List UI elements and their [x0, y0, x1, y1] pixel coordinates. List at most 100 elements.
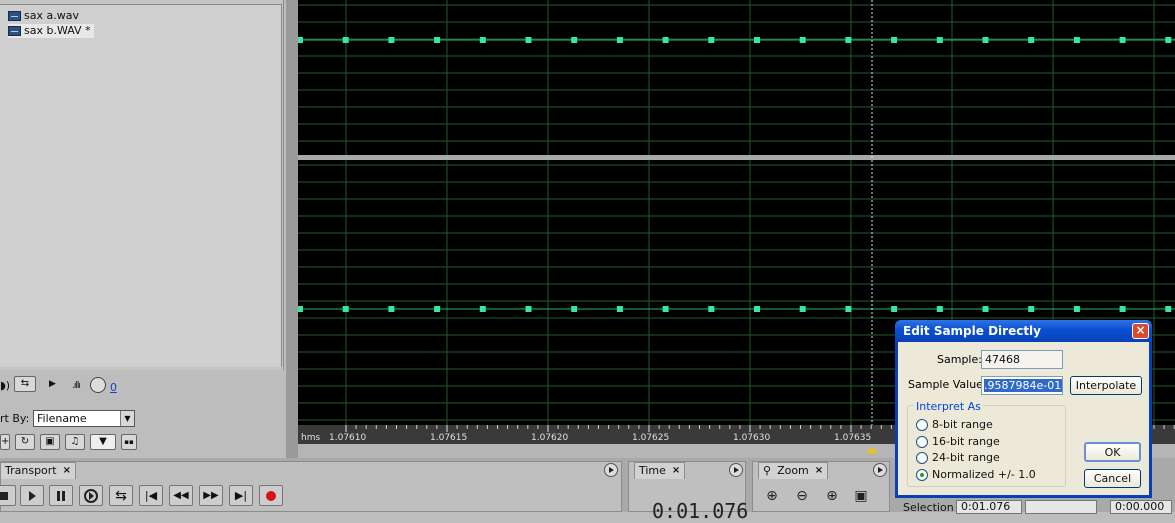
panel-menu-icon[interactable] — [729, 463, 743, 477]
sample-point — [1165, 37, 1172, 43]
file-name: sax a.wav — [24, 9, 79, 22]
refresh-icon[interactable]: ↻ — [15, 434, 35, 450]
go-to-start-button[interactable]: |◀ — [139, 485, 163, 506]
dialog-title-bar[interactable]: Edit Sample Directly × — [895, 320, 1152, 342]
zoom-in-horizontal-icon[interactable]: ⊕ — [762, 487, 782, 505]
file-item-sax-b[interactable]: sax b.WAV * — [8, 24, 94, 38]
play-button[interactable] — [20, 485, 44, 506]
sample-point — [754, 306, 760, 312]
import-icon[interactable]: + — [0, 434, 10, 450]
close-icon[interactable]: × — [63, 463, 71, 479]
radio-label: 8-bit range — [932, 418, 993, 431]
sort-by-value: Filename — [37, 412, 87, 425]
sample-index-field: 47468 — [981, 350, 1063, 369]
fast-forward-icon: ▶▶ — [203, 490, 219, 501]
play-file-icon[interactable]: ▶ — [49, 379, 56, 389]
video-icon[interactable]: ▣ — [40, 434, 60, 450]
go-to-end-button[interactable]: ▶| — [229, 485, 253, 506]
zoom-full-icon[interactable]: ▣ — [851, 487, 871, 505]
ok-button[interactable]: OK — [1084, 442, 1141, 462]
play-from-cursor-button[interactable] — [79, 485, 103, 506]
sort-by-label: rt By: — [0, 412, 30, 425]
pause-button[interactable] — [49, 485, 73, 506]
panel-menu-icon[interactable] — [873, 463, 887, 477]
sample-point — [708, 306, 715, 312]
sample-point — [525, 306, 532, 312]
radio-indicator — [916, 435, 928, 448]
sample-point — [388, 306, 395, 312]
sample-point — [936, 37, 943, 43]
tab-transport-label: Transport — [5, 464, 57, 477]
sample-point — [845, 306, 852, 312]
sample-point — [754, 37, 760, 43]
radio-label: 16-bit range — [932, 435, 1000, 448]
cancel-button[interactable]: Cancel — [1084, 469, 1141, 488]
sample-value-input[interactable]: .9587984e-019 — [981, 376, 1063, 395]
sample-point — [1119, 37, 1126, 43]
sample-point — [708, 37, 715, 43]
tab-transport[interactable]: Transport × — [0, 462, 77, 479]
radio-indicator — [916, 418, 928, 431]
sample-point — [434, 306, 441, 312]
volume-knob[interactable] — [90, 377, 106, 393]
sample-point — [388, 37, 395, 43]
sample-point — [982, 306, 989, 312]
interpolate-button[interactable]: Interpolate — [1070, 376, 1142, 395]
radio-indicator — [916, 451, 928, 464]
rewind-icon: ◀◀ — [173, 490, 189, 501]
sample-point — [434, 37, 441, 43]
audio-icon[interactable]: ♫ — [65, 434, 85, 450]
timeline-tick-label: 1.07625 — [632, 433, 669, 443]
radio-label: Normalized +/- 1.0 — [932, 468, 1036, 481]
sort-by-select[interactable]: Filename ▼ — [33, 410, 135, 427]
sample-point — [891, 37, 898, 43]
radio-24-bit[interactable]: 24-bit range — [916, 451, 1000, 464]
tab-zoom[interactable]: ⚲ Zoom × — [758, 462, 829, 479]
skip-back-icon: |◀ — [144, 489, 158, 502]
close-icon[interactable]: × — [672, 463, 680, 479]
zoom-tab-icon: ⚲ — [763, 464, 772, 477]
radio-label: 24-bit range — [932, 451, 1000, 464]
sample-point — [662, 306, 669, 312]
radio-16-bit[interactable]: 16-bit range — [916, 435, 1000, 448]
record-button[interactable] — [259, 485, 283, 506]
zoom-in-vertical-icon[interactable]: ⊕ — [822, 487, 842, 505]
sample-point — [1119, 306, 1126, 312]
sample-label: Sample: — [937, 353, 982, 366]
filter-icon[interactable]: ▼ — [90, 434, 116, 450]
radio-normalized[interactable]: Normalized +/- 1.0 — [916, 468, 1036, 481]
sample-point — [298, 37, 303, 43]
time-display: 0:01.076 — [652, 499, 749, 523]
radio-indicator — [916, 468, 928, 481]
autoplay-button[interactable]: ⇆ — [14, 376, 36, 392]
skip-forward-icon: ▶| — [234, 489, 248, 502]
fast-forward-button[interactable]: ▶▶ — [199, 485, 223, 506]
rewind-button[interactable]: ◀◀ — [169, 485, 193, 506]
timeline-unit-label: hms — [301, 433, 320, 443]
edit-sample-dialog: Edit Sample Directly × Sample: 47468 Sam… — [895, 320, 1152, 498]
sample-point — [799, 37, 806, 43]
loop-button[interactable]: ⇆ — [109, 485, 133, 506]
stop-icon — [0, 491, 8, 500]
tab-time[interactable]: Time × — [634, 462, 686, 479]
panel-menu-icon[interactable] — [604, 463, 618, 477]
speaker-icon: ◗) — [0, 379, 11, 392]
midi-icon[interactable]: ▪▪ — [121, 434, 137, 450]
sample-point — [479, 306, 486, 312]
stop-button[interactable] — [0, 485, 16, 506]
zoom-out-horizontal-icon[interactable]: ⊖ — [792, 487, 812, 505]
sample-point — [479, 37, 486, 43]
tab-time-label: Time — [639, 464, 666, 477]
close-icon[interactable]: × — [1132, 323, 1149, 339]
files-panel: sax a.wav sax b.WAV * — [0, 0, 284, 370]
sample-point — [1165, 306, 1172, 312]
radio-8-bit[interactable]: 8-bit range — [916, 418, 993, 431]
sample-point — [525, 37, 532, 43]
close-icon[interactable]: × — [815, 463, 823, 479]
file-item-sax-a[interactable]: sax a.wav — [8, 9, 79, 23]
sample-value-label: Sample Value: — [908, 378, 987, 391]
sample-point — [891, 306, 898, 312]
volume-value[interactable]: 0 — [110, 381, 117, 394]
sample-point — [1028, 306, 1035, 312]
sample-point — [799, 306, 806, 312]
